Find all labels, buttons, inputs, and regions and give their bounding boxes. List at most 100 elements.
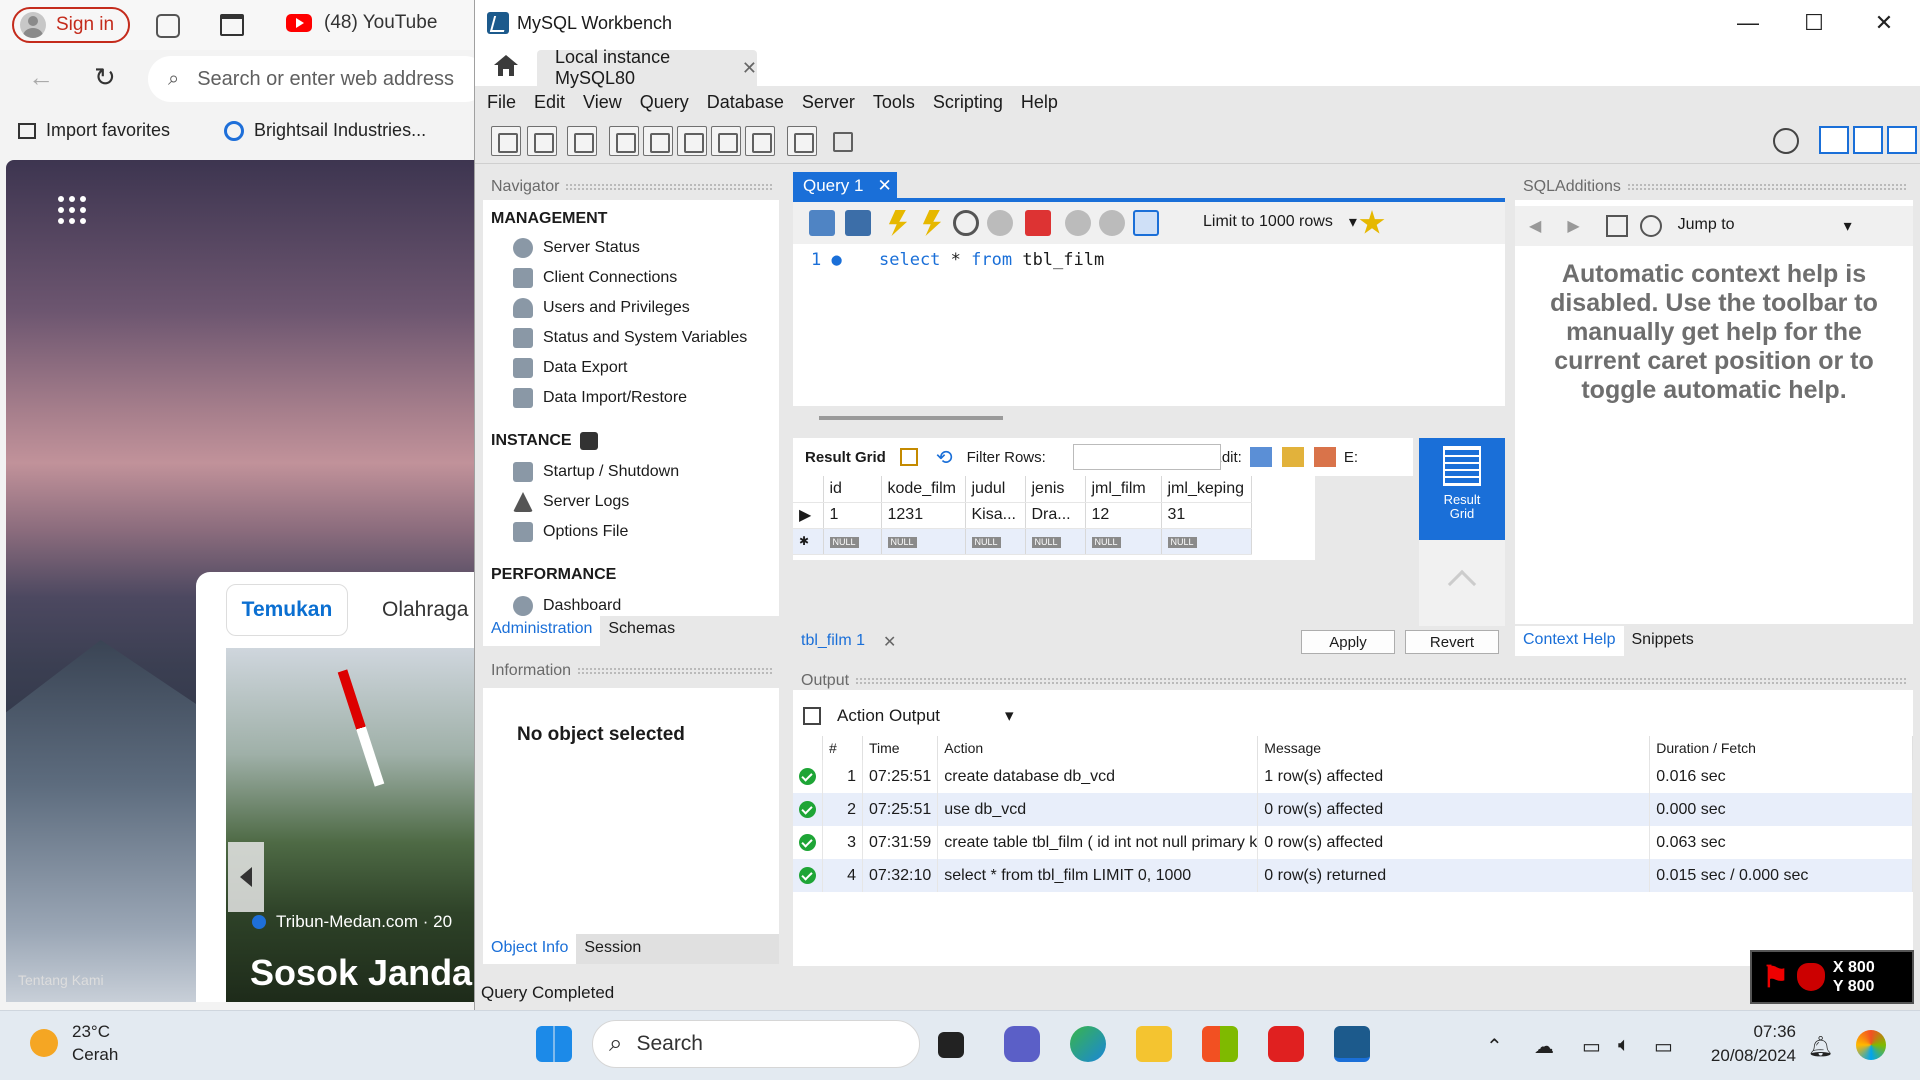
tab-snippets[interactable]: Snippets [1624,626,1702,656]
battery-icon[interactable]: ▭ [1654,1034,1673,1059]
jump-to-select[interactable]: Jump to ▾ [1678,216,1852,236]
open-file-icon[interactable] [809,210,835,236]
close-tab-icon[interactable]: ✕ [742,58,757,79]
explain-icon[interactable] [953,210,979,236]
rollback-icon[interactable] [1099,210,1125,236]
null-cell[interactable]: NULL [823,528,882,555]
inspector-icon[interactable] [567,126,597,156]
output-row[interactable]: 2 07:25:51 use db_vcd 0 row(s) affected … [793,793,1913,826]
column-header[interactable]: judul [965,476,1026,503]
open-sql-script-icon[interactable] [527,126,557,156]
save-icon[interactable] [845,210,871,236]
new-sql-tab-icon[interactable] [491,126,521,156]
feed-tab-olahraga[interactable]: Olahraga [382,598,468,622]
nav-data-export[interactable]: Data Export [513,358,627,378]
menu-view[interactable]: View [583,92,622,113]
refresh-icon[interactable]: ↻ [94,62,116,93]
forward-icon[interactable]: ▶ [1567,216,1579,236]
copy-icon[interactable] [803,707,821,725]
file-explorer-icon[interactable] [1136,1026,1172,1062]
carousel-prev-button[interactable] [228,842,264,912]
null-cell[interactable]: NULL [965,528,1026,555]
auto-help-icon[interactable] [1639,215,1662,237]
refresh-grid-icon[interactable]: ⟲ [936,445,953,470]
weather-widget[interactable]: 23°C Cerah [30,1020,118,1066]
stop-icon[interactable] [987,210,1013,236]
edit-row-icon[interactable] [1249,447,1272,467]
address-bar[interactable]: ⌕ Search or enter web address [148,56,488,102]
result-grid-side-button[interactable]: Result Grid [1419,438,1505,540]
output-row[interactable]: 4 07:32:10 select * from tbl_film LIMIT … [793,859,1913,892]
autocommit-icon[interactable] [1133,210,1159,236]
taskbar-search[interactable]: ⌕ Search [592,1020,920,1068]
nav-server-status[interactable]: Server Status [513,238,640,258]
column-header[interactable]: kode_film [881,476,966,503]
volume-icon[interactable]: 🔈︎ [1618,1034,1630,1057]
close-query-tab-icon[interactable]: ✕ [877,176,891,196]
column-header[interactable]: jml_film [1085,476,1162,503]
menu-tools[interactable]: Tools [873,92,915,113]
maximize-button[interactable]: ☐ [1779,0,1849,46]
toggle-error-icon[interactable] [1025,210,1051,236]
grid-view-icon[interactable] [899,448,918,466]
null-cell[interactable]: NULL [1085,528,1162,555]
create-procedure-icon[interactable] [711,126,741,156]
filter-rows-input[interactable] [1073,444,1221,470]
add-row-icon[interactable] [1281,447,1304,467]
output-row[interactable]: 3 07:31:59 create table tbl_film ( id in… [793,826,1913,859]
cell[interactable]: 1231 [881,502,966,529]
menu-file[interactable]: File [487,92,516,113]
cell[interactable]: Dra... [1025,502,1086,529]
editor-scrollbar[interactable] [819,416,1003,420]
menu-database[interactable]: Database [707,92,784,113]
toggle-secondary-sidebar-icon[interactable] [1887,126,1917,154]
nav-client-connections[interactable]: Client Connections [513,268,677,288]
new-row[interactable]: ✱ NULL NULL NULL NULL NULL NULL [793,528,1252,555]
cell[interactable]: 31 [1161,502,1252,529]
news-headline[interactable]: Sosok Janda M [250,952,512,994]
cell[interactable]: 12 [1085,502,1162,529]
footer-link[interactable]: Tentang Kami [18,972,104,988]
minimize-button[interactable]: — [1713,0,1783,46]
output-selector[interactable]: Action Output ▾ [793,700,1533,732]
nav-options-file[interactable]: Options File [513,522,628,542]
sign-in-button[interactable]: Sign in [12,7,130,43]
commit-icon[interactable] [1065,210,1091,236]
nav-users-privileges[interactable]: Users and Privileges [513,298,690,318]
nav-startup-shutdown[interactable]: Startup / Shutdown [513,462,679,482]
column-header[interactable]: Message [1257,736,1651,760]
tab-schemas[interactable]: Schemas [600,616,683,646]
create-table-icon[interactable] [643,126,673,156]
toggle-output-icon[interactable] [1853,126,1883,154]
apply-button[interactable]: Apply [1301,630,1395,654]
nav-data-import[interactable]: Data Import/Restore [513,388,687,408]
wps-office-icon[interactable] [1268,1026,1304,1062]
notification-bell-icon[interactable]: 🔔︎ [1808,1034,1833,1059]
nav-server-logs[interactable]: Server Logs [513,492,629,512]
display-icon[interactable]: ▭ [1582,1034,1601,1059]
table-row[interactable]: ▶ 1 1231 Kisa... Dra... 12 31 [793,502,1252,529]
column-header[interactable]: Duration / Fetch [1649,736,1913,760]
output-row[interactable]: 1 07:25:51 create database db_vcd 1 row(… [793,760,1913,793]
start-icon[interactable] [536,1026,572,1062]
cloud-icon[interactable]: ☁ [1534,1034,1554,1059]
side-scroll-arrows[interactable] [1419,540,1505,626]
null-cell[interactable]: NULL [1161,528,1252,555]
edge-icon[interactable] [1070,1026,1106,1062]
task-view-icon[interactable] [938,1032,964,1058]
tab-tbl-film-1[interactable]: tbl_film 1 [801,632,865,650]
browser-tab-youtube[interactable]: (48) YouTube [286,12,437,34]
search-table-data-icon[interactable] [787,126,817,156]
result-grid[interactable]: id kode_film judul jenis jml_film jml_ke… [793,476,1315,560]
favorite-brightsail-link[interactable]: Brightsail Industries... [224,120,426,141]
revert-button[interactable]: Revert [1405,630,1499,654]
manual-help-icon[interactable] [1605,215,1628,237]
mysql-workbench-taskbar-icon[interactable] [1334,1026,1370,1062]
menu-scripting[interactable]: Scripting [933,92,1003,113]
feed-tab-temukan[interactable]: Temukan [226,584,348,636]
tab-session[interactable]: Session [576,934,649,964]
create-function-icon[interactable] [745,126,775,156]
sql-editor[interactable]: 1 ● select * from tbl_film [793,244,1505,406]
back-icon[interactable]: ← [28,62,54,93]
close-result-tab-icon[interactable]: ✕ [883,632,896,652]
